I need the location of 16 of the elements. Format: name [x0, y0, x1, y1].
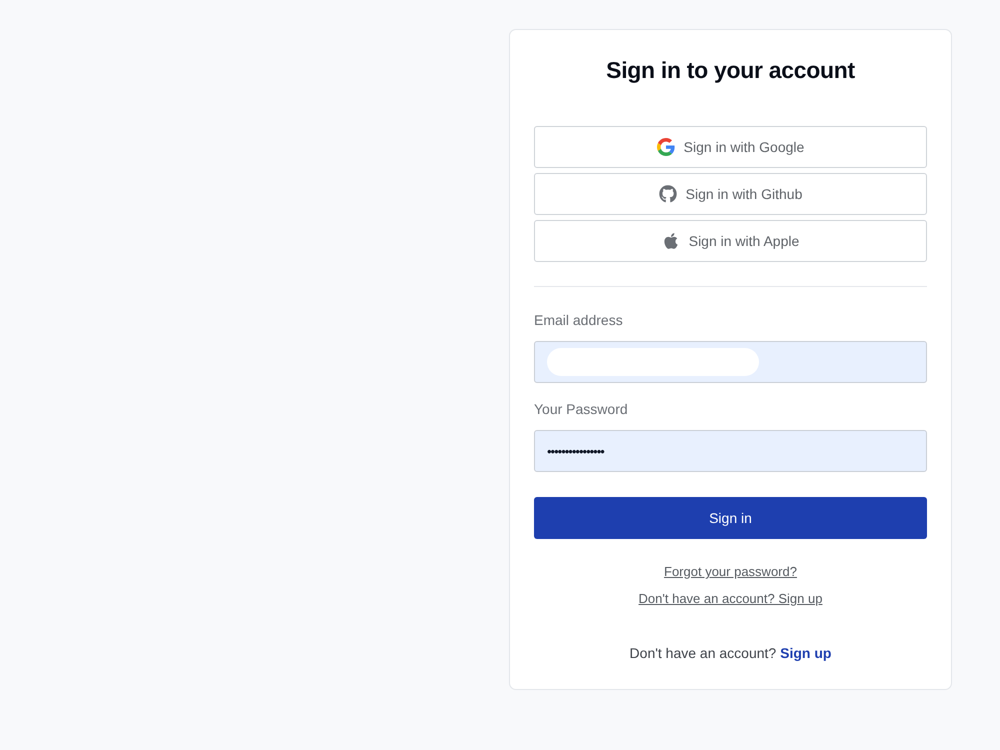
field-label: Email address: [534, 311, 623, 329]
text-link[interactable]: Don't have an account? Sign up: [638, 590, 822, 608]
sign-in-button[interactable]: Sign in: [534, 497, 927, 539]
google-g-icon: [656, 138, 675, 156]
social-sign-in-button[interactable]: Sign in with Apple: [534, 220, 927, 262]
text-link[interactable]: Forgot your password?: [664, 563, 797, 581]
apple-icon: [662, 232, 680, 250]
social-sign-in-button[interactable]: Sign in with Github: [534, 173, 927, 215]
social-sign-in-button[interactable]: Sign in with Google: [534, 126, 927, 168]
input-field[interactable]: ••••••••••••••••: [534, 430, 927, 472]
field-label: Your Password: [534, 400, 628, 418]
card-title: Sign in to your account: [606, 56, 855, 84]
sign-up-link[interactable]: Sign up: [780, 645, 832, 661]
github-octocat-icon: [658, 185, 677, 203]
input-field[interactable]: [534, 341, 927, 383]
signup-prompt: Don't have an account? Sign up: [630, 644, 832, 662]
